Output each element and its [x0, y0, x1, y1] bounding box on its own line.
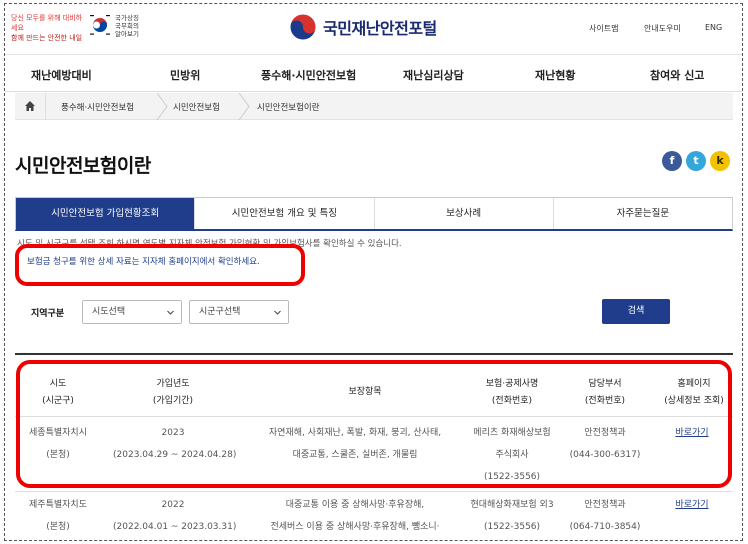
slogan[interactable]: 당신 모두를 위해 대비하세요 함께 만드는 안전한 내일	[11, 13, 83, 43]
homepage-link[interactable]: 바로가기	[655, 494, 729, 516]
tab-bar: 시민안전보험 가입현황조회 시민안전보험 개요 및 특징 보상사례 자주묻는질문	[15, 197, 733, 231]
main-nav: 재난예방대비 민방위 풍수해·시민안전보험 재난심리상담 재난현황 참여와 신고	[5, 54, 742, 92]
highlight-box	[16, 360, 732, 488]
cell-coverage-line-2: 전세버스 이용 중 상해사망·후유장해, 뺑소니·	[270, 522, 440, 532]
nav-item-prevention[interactable]: 재난예방대비	[31, 67, 92, 83]
site-logo[interactable]: 국민재난안전포털	[289, 13, 437, 41]
breadcrumb: 풍수해·시민안전보험 시민안전보험 시민안전보험이란	[15, 93, 733, 120]
table-row-divider	[15, 491, 733, 492]
gov-line-3: 알아보기	[115, 30, 139, 38]
page-frame: 당신 모두를 위해 대비하세요 함께 만드는 안전한 내일 국가상징 국무회의 …	[4, 3, 743, 541]
kakao-share-icon[interactable]: k	[710, 151, 730, 171]
page-title: 시민안전보험이란	[15, 155, 151, 177]
cell-region-sub: (본청)	[46, 522, 70, 532]
sigungu-select[interactable]: 시군구선택	[189, 300, 289, 324]
sitemap-link[interactable]: 사이트맵	[589, 23, 618, 34]
highlight-box	[15, 244, 305, 286]
government-emblem-icon	[289, 13, 317, 41]
cell-department: 안전정책과 (064-710-3854)	[565, 494, 645, 538]
nav-item-civil-defense[interactable]: 민방위	[170, 67, 200, 83]
nav-item-counseling[interactable]: 재난심리상담	[403, 67, 464, 83]
taegukgi-icon[interactable]	[89, 14, 111, 36]
sigungu-select-value: 시군구선택	[199, 307, 241, 317]
chevron-right-icon	[238, 93, 250, 120]
breadcrumb-divider	[45, 93, 46, 120]
tab-overview[interactable]: 시민안전보험 개요 및 특징	[195, 198, 375, 229]
cell-year-period: (2022.04.01 ~ 2023.03.31)	[113, 522, 237, 532]
chevron-down-icon	[167, 310, 174, 315]
cell-department-name: 안전정책과	[584, 500, 626, 510]
cell-insurer: 현대해상화재보험 외3 (1522-3556)	[457, 494, 567, 538]
chevron-down-icon	[274, 310, 281, 315]
nav-item-participation[interactable]: 참여와 신고	[650, 67, 704, 83]
cell-year-value: 2022	[161, 500, 185, 510]
site-title: 국민재난안전포털	[323, 19, 437, 38]
cell-coverage-line-1: 대중교통 이용 중 상해사망·후유장해,	[285, 500, 425, 510]
breadcrumb-item-1[interactable]: 풍수해·시민안전보험	[61, 101, 134, 113]
gov-line-2: 국무회의	[115, 22, 139, 30]
tab-faq[interactable]: 자주묻는질문	[554, 198, 732, 229]
cell-region-name: 제주특별자치도	[29, 500, 87, 510]
breadcrumb-item-3[interactable]: 시민안전보험이란	[257, 101, 320, 113]
top-bar: 당신 모두를 위해 대비하세요 함께 만드는 안전한 내일 국가상징 국무회의 …	[5, 4, 742, 52]
tab-compensation-cases[interactable]: 보상사례	[375, 198, 554, 229]
table-top-border	[15, 353, 733, 355]
breadcrumb-item-2[interactable]: 시민안전보험	[173, 101, 220, 113]
facebook-share-icon[interactable]: f	[662, 151, 682, 171]
cell-department-phone: (064-710-3854)	[569, 522, 641, 532]
cell-region: 제주특별자치도 (본청)	[19, 494, 97, 538]
tab-enrollment-status[interactable]: 시민안전보험 가입현황조회	[16, 198, 196, 229]
slogan-line-1: 당신 모두를 위해 대비하세요	[11, 14, 83, 32]
cell-insurer-line-1: 현대해상화재보험 외3	[470, 500, 554, 510]
sido-select-value: 시도선택	[92, 307, 126, 317]
cell-insurer-phone: (1522-3556)	[483, 522, 541, 532]
region-filter-label: 지역구분	[31, 309, 65, 319]
nav-item-status[interactable]: 재난현황	[535, 67, 575, 83]
chevron-right-icon	[156, 93, 168, 120]
nav-item-insurance[interactable]: 풍수해·시민안전보험	[261, 67, 356, 83]
english-link[interactable]: ENG	[705, 23, 722, 32]
gov-line-1: 국가상징	[115, 14, 139, 22]
slogan-line-2: 함께 만드는 안전한 내일	[11, 34, 83, 42]
search-button[interactable]: 검색	[602, 299, 670, 324]
twitter-share-icon[interactable]: t	[686, 151, 706, 171]
cell-year: 2022 (2022.04.01 ~ 2023.03.31)	[113, 494, 237, 538]
guide-link[interactable]: 안내도우미	[644, 23, 681, 34]
cell-coverage: 대중교통 이용 중 상해사망·후유장해, 전세버스 이용 중 상해사망·후유장해…	[241, 494, 469, 538]
sido-select[interactable]: 시도선택	[82, 300, 182, 324]
national-symbol-link[interactable]: 국가상징 국무회의 알아보기	[115, 14, 139, 38]
home-icon[interactable]	[24, 100, 36, 112]
